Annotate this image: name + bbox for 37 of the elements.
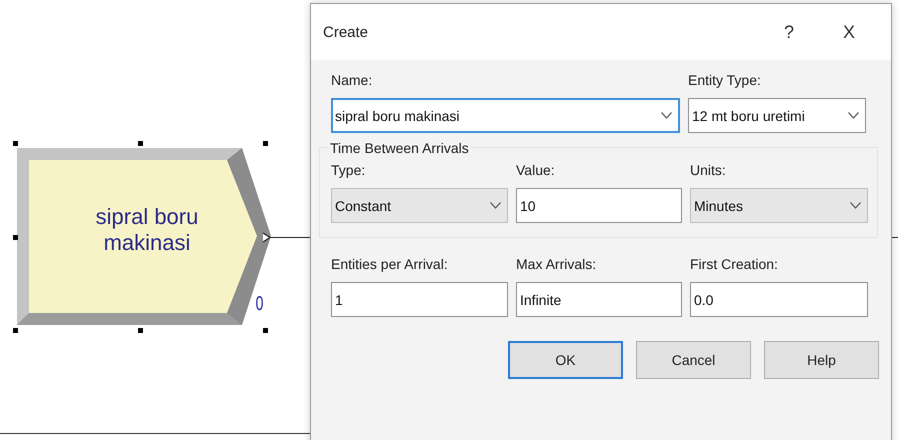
selection-handle[interactable] (13, 328, 18, 333)
close-button[interactable]: X (819, 20, 879, 44)
input-field[interactable]: 10 (516, 188, 682, 223)
chevron-down-icon (490, 202, 501, 209)
selection-handle[interactable] (138, 141, 143, 146)
dialog-title: Create (323, 24, 370, 40)
field-label: Type: (331, 162, 366, 179)
dropdown-field[interactable]: Minutes (690, 188, 868, 223)
field-label: Name: (331, 72, 372, 89)
input-field[interactable]: 1 (331, 282, 508, 317)
create-module-shape[interactable] (17, 148, 271, 325)
dialog-button[interactable]: OK (508, 341, 623, 379)
selection-handle[interactable] (13, 235, 18, 240)
group-title: Time Between Arrivals (328, 140, 471, 156)
selection-handle[interactable] (263, 141, 268, 146)
field-label: Max Arrivals: (516, 256, 596, 273)
entity-count: 0 (256, 293, 264, 315)
dialog-button[interactable]: Cancel (636, 341, 751, 379)
selection-handle[interactable] (263, 328, 268, 333)
dialog-button[interactable]: Help (764, 341, 879, 379)
module-label: sipral boru makinasi (94, 204, 200, 256)
field-label: Entities per Arrival: (331, 256, 448, 273)
help-button[interactable]: ? (759, 20, 819, 44)
chevron-down-icon (661, 112, 672, 119)
chevron-down-icon (850, 202, 861, 209)
dropdown-field[interactable]: Constant (331, 188, 508, 223)
field-label: Units: (690, 162, 726, 179)
dropdown-field[interactable]: 12 mt boru uretimi (688, 98, 866, 133)
selection-handle[interactable] (138, 328, 143, 333)
chevron-down-icon (848, 112, 859, 119)
selection-handle[interactable] (13, 141, 18, 146)
input-field[interactable]: 0.0 (690, 282, 868, 317)
field-label: Value: (516, 162, 555, 179)
dropdown-field[interactable]: sipral boru makinasi (331, 98, 680, 133)
field-label: First Creation: (690, 256, 778, 273)
input-field[interactable]: Infinite (516, 282, 682, 317)
field-label: Entity Type: (688, 72, 761, 89)
